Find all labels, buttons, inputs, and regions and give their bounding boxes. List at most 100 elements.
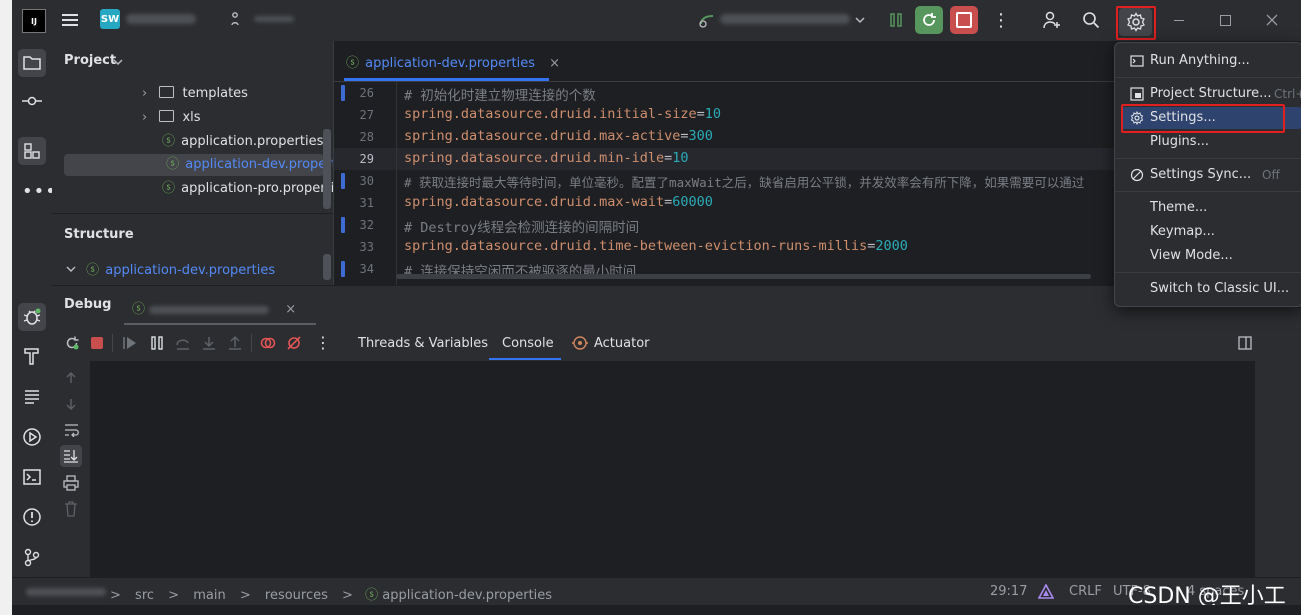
menu-item-theme[interactable]: Theme... xyxy=(1121,197,1301,219)
menu-item-view-mode[interactable]: View Mode... xyxy=(1121,245,1301,267)
editor: ⓢ application-dev.properties × 26 # 初始化时… xyxy=(333,41,1114,285)
tree-item-templates[interactable]: › templates xyxy=(142,83,248,105)
caret-position[interactable]: 29:17 xyxy=(990,584,1027,599)
step-into-icon[interactable] xyxy=(201,335,217,351)
layout-settings-icon[interactable] xyxy=(1238,336,1252,350)
tree-item-application-properties[interactable]: ⓢ application.properties xyxy=(162,131,323,153)
run-config-icon[interactable] xyxy=(698,12,716,28)
maximize-icon[interactable] xyxy=(1220,15,1231,26)
breadcrumb-main[interactable]: main xyxy=(193,588,225,603)
tree-item-label: application.properties xyxy=(181,134,324,149)
project-path-redacted[interactable] xyxy=(26,588,106,596)
breadcrumb-file[interactable]: application-dev.properties xyxy=(382,588,552,603)
mute-breakpoints-icon[interactable] xyxy=(286,335,302,351)
line-separator[interactable]: CRLF xyxy=(1069,584,1102,599)
folder-icon xyxy=(159,110,175,122)
structure-root-item[interactable]: ⓢ application-dev.properties xyxy=(66,260,275,282)
scroll-down-icon[interactable] xyxy=(64,397,78,411)
project-badge-icon[interactable]: SW xyxy=(100,9,120,29)
stop-button[interactable] xyxy=(950,6,978,34)
menu-item-switch-classic-ui[interactable]: Switch to Classic UI... xyxy=(1121,278,1301,300)
vcs-branch-icon[interactable] xyxy=(230,11,246,27)
commit-icon[interactable] xyxy=(22,93,42,109)
close-icon[interactable] xyxy=(1266,14,1278,26)
more-actions-button[interactable]: ⋮ xyxy=(992,10,1010,31)
build-hammer-icon[interactable] xyxy=(22,346,42,366)
tab-console[interactable]: Console xyxy=(502,336,554,351)
ai-assistant-icon[interactable] xyxy=(1038,584,1054,600)
problems-icon[interactable] xyxy=(22,507,42,527)
menu-item-project-structure[interactable]: Project Structure... Ctrl+ xyxy=(1121,83,1301,105)
chevron-right-icon[interactable]: › xyxy=(142,110,147,125)
code-line[interactable]: spring.datasource.druid.initial-size=10 xyxy=(404,106,721,122)
git-icon[interactable] xyxy=(22,547,42,567)
debug-panel: Debug ⓢ × ⋮ Threads & Variables Console … xyxy=(52,285,1301,606)
tree-item-xls[interactable]: › xls xyxy=(142,107,201,129)
minimize-icon[interactable] xyxy=(1174,20,1184,21)
search-icon[interactable] xyxy=(1082,11,1100,29)
code-line[interactable]: spring.datasource.druid.time-between-evi… xyxy=(404,238,908,254)
code-line[interactable]: # 获取连接时最大等待时间，单位毫秒。配置了maxWait之后，缺省启用公平锁，… xyxy=(404,172,1114,191)
services-icon[interactable] xyxy=(22,427,42,447)
folder-icon xyxy=(159,86,175,98)
menu-item-run-anything[interactable]: Run Anything... xyxy=(1121,50,1301,72)
menu-item-suffix: Off xyxy=(1262,168,1280,182)
breadcrumb-src[interactable]: src xyxy=(135,588,154,603)
resume-icon[interactable] xyxy=(122,335,138,351)
scroll-to-end-button[interactable] xyxy=(60,445,82,467)
pause-program-icon[interactable] xyxy=(888,12,904,28)
menu-item-settings-sync[interactable]: Settings Sync... Off xyxy=(1121,164,1301,186)
chevron-down-icon[interactable] xyxy=(854,14,866,26)
code-line[interactable]: spring.datasource.druid.min-idle=10 xyxy=(404,150,689,166)
trash-icon[interactable] xyxy=(64,501,78,517)
folder-icon xyxy=(23,56,41,70)
menu-item-plugins[interactable]: Plugins... xyxy=(1121,131,1301,153)
project-tool-button[interactable] xyxy=(18,49,46,77)
editor-horizontal-scrollbar[interactable] xyxy=(396,274,1091,279)
soft-wrap-icon[interactable] xyxy=(64,423,80,437)
tab-actuator[interactable]: Actuator xyxy=(594,336,650,351)
terminal-icon[interactable] xyxy=(22,467,42,487)
print-icon[interactable] xyxy=(63,475,79,491)
close-tab-icon[interactable]: × xyxy=(549,56,560,71)
rerun-debug-button[interactable] xyxy=(915,6,943,34)
view-breakpoints-icon[interactable] xyxy=(260,335,276,351)
code-line[interactable]: # Destroy线程会检测连接的间隔时间 xyxy=(404,216,639,236)
chevron-down-icon[interactable] xyxy=(113,57,123,67)
tree-item-application-dev-properties[interactable]: ⓢ application-dev.properties xyxy=(64,154,355,176)
code-line[interactable]: spring.datasource.druid.max-wait=60000 xyxy=(404,194,713,210)
tab-threads-variables[interactable]: Threads & Variables xyxy=(358,336,488,351)
code-line[interactable]: # 初始化时建立物理连接的个数 xyxy=(404,84,596,104)
project-name-redacted[interactable] xyxy=(126,14,196,24)
close-session-icon[interactable]: × xyxy=(285,302,296,317)
step-out-icon[interactable] xyxy=(227,335,243,351)
add-user-icon[interactable] xyxy=(1042,10,1062,30)
debug-session-tab[interactable]: ⓢ × xyxy=(132,298,296,317)
tree-item-application-pro-properties[interactable]: ⓢ application-pro.properties xyxy=(162,178,349,200)
project-panel-title[interactable]: Project xyxy=(64,53,116,68)
breadcrumb-resources[interactable]: resources xyxy=(265,588,328,603)
run-config-name-redacted[interactable] xyxy=(720,14,850,24)
structure-tool-button[interactable] xyxy=(18,137,46,165)
console-output[interactable] xyxy=(90,361,1255,606)
stop-icon[interactable] xyxy=(91,337,103,349)
editor-tab[interactable]: ⓢ application-dev.properties × xyxy=(346,52,560,72)
more-debug-actions-icon[interactable]: ⋮ xyxy=(315,333,331,352)
menu-item-keymap[interactable]: Keymap... xyxy=(1121,221,1301,243)
rerun-icon[interactable] xyxy=(64,335,80,351)
branch-name-redacted[interactable] xyxy=(254,16,294,22)
menu-item-shortcut: Ctrl+ xyxy=(1274,87,1301,101)
structure-scrollbar[interactable] xyxy=(323,254,331,280)
pause-icon[interactable] xyxy=(149,335,165,351)
step-over-icon[interactable] xyxy=(175,335,191,351)
chevron-right-icon[interactable]: › xyxy=(142,86,147,101)
debug-tool-button[interactable] xyxy=(18,303,46,331)
code-line[interactable]: spring.datasource.druid.max-active=300 xyxy=(404,128,713,144)
project-scrollbar[interactable] xyxy=(323,129,331,209)
spring-properties-icon: ⓢ xyxy=(365,588,379,603)
chevron-down-icon[interactable] xyxy=(66,264,76,274)
main-menu-button[interactable] xyxy=(58,9,82,31)
scroll-up-icon[interactable] xyxy=(64,371,78,385)
todo-list-icon[interactable] xyxy=(22,387,42,407)
code-area[interactable]: 26 # 初始化时建立物理连接的个数 27 spring.datasource.… xyxy=(334,82,1114,285)
